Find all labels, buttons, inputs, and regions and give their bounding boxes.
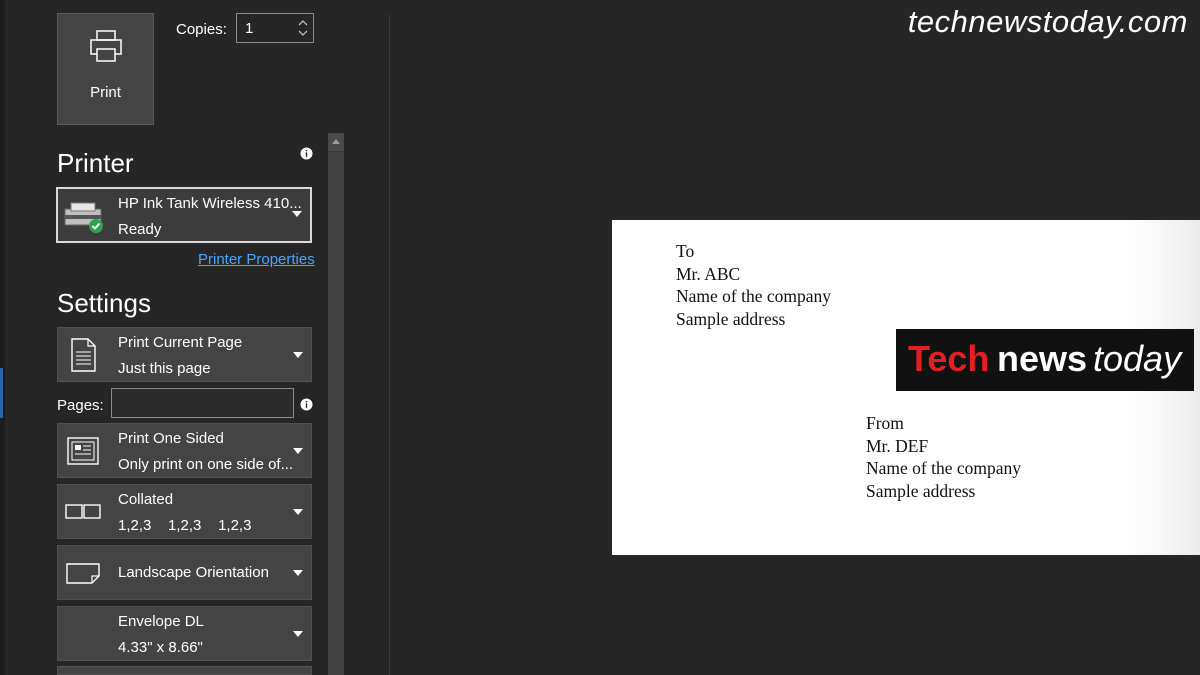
collation-title: Collated <box>118 491 174 508</box>
printer-name: HP Ink Tank Wireless 410... <box>118 195 302 212</box>
pages-label: Pages: <box>57 397 104 414</box>
address-line: To <box>676 241 695 261</box>
printer-section-title: Printer <box>57 148 134 178</box>
chevron-down-icon <box>292 211 302 217</box>
collation-subtitle: 1,2,3 1,2,3 1,2,3 <box>118 517 252 534</box>
recipient-address: To Mr. ABC Name of the company Sample ad… <box>676 240 831 330</box>
printer-select[interactable]: HP Ink Tank Wireless 410... Ready <box>56 187 312 243</box>
next-setting-partial[interactable] <box>57 666 312 675</box>
logo-part-today: today <box>1093 338 1182 379</box>
printer-device-icon <box>64 202 103 233</box>
chevron-down-icon <box>293 570 303 576</box>
address-line: Name of the company <box>676 286 832 307</box>
address-line: Mr. ABC <box>676 263 741 284</box>
page-icon <box>71 338 96 372</box>
printer-icon <box>90 30 122 62</box>
address-line: Sample address <box>866 480 976 501</box>
logo-part-tech: Tech <box>908 338 990 379</box>
address-line: Mr. DEF <box>866 435 929 456</box>
scroll-up-button[interactable] <box>328 133 344 151</box>
print-range-subtitle: Just this page <box>118 360 211 377</box>
print-range-select[interactable]: Print Current Page Just this page <box>57 327 312 382</box>
panel-divider <box>389 14 390 675</box>
print-button[interactable]: Print <box>57 13 154 125</box>
collation-select[interactable]: Collated 1,2,3 1,2,3 1,2,3 <box>57 484 312 539</box>
paper-size-select[interactable]: Envelope DL 4.33" x 8.66" <box>57 606 312 661</box>
pages-input[interactable] <box>111 388 294 418</box>
one-sided-icon <box>67 437 99 465</box>
settings-section-title: Settings <box>57 288 151 318</box>
paper-size-subtitle: 4.33" x 8.66" <box>118 639 203 656</box>
chevron-up-icon <box>332 139 340 144</box>
chevron-down-icon <box>293 448 303 454</box>
left-edge <box>0 0 5 675</box>
technewstoday-logo: Tech news today <box>896 329 1194 391</box>
print-range-title: Print Current Page <box>118 334 243 351</box>
orientation-select[interactable]: Landscape Orientation <box>57 545 312 600</box>
chevron-down-icon <box>293 509 303 515</box>
paper-size-title: Envelope DL <box>118 613 204 630</box>
info-icon[interactable] <box>300 398 313 411</box>
envelope-preview: To Mr. ABC Name of the company Sample ad… <box>612 220 1200 555</box>
printer-status: Ready <box>118 221 162 238</box>
print-button-label: Print <box>90 84 121 101</box>
sides-title: Print One Sided <box>118 430 224 447</box>
sides-subtitle: Only print on one side of... <box>118 456 294 473</box>
landscape-icon <box>66 563 100 584</box>
sides-select[interactable]: Print One Sided Only print on one side o… <box>57 423 312 478</box>
copies-label: Copies: <box>176 21 227 38</box>
address-line: From <box>866 413 904 433</box>
orientation-title: Landscape Orientation <box>118 564 269 581</box>
chevron-down-icon <box>293 631 303 637</box>
copies-stepper[interactable]: 1 <box>236 13 314 43</box>
copies-value: 1 <box>245 20 254 37</box>
nav-accent-bar <box>0 368 3 418</box>
chevron-down-icon <box>293 352 303 358</box>
address-line: Name of the company <box>866 458 1022 479</box>
logo-part-news: news <box>997 338 1088 379</box>
collated-icon <box>65 504 101 519</box>
sender-address: From Mr. DEF Name of the company Sample … <box>866 412 1021 502</box>
spinner-arrows-icon[interactable] <box>297 16 309 40</box>
printer-properties-link[interactable]: Printer Properties <box>198 251 315 268</box>
address-line: Sample address <box>676 308 786 329</box>
info-icon[interactable] <box>300 147 313 160</box>
watermark-text: technewstoday.com <box>907 4 1188 39</box>
scrollbar-thumb[interactable] <box>328 152 344 675</box>
